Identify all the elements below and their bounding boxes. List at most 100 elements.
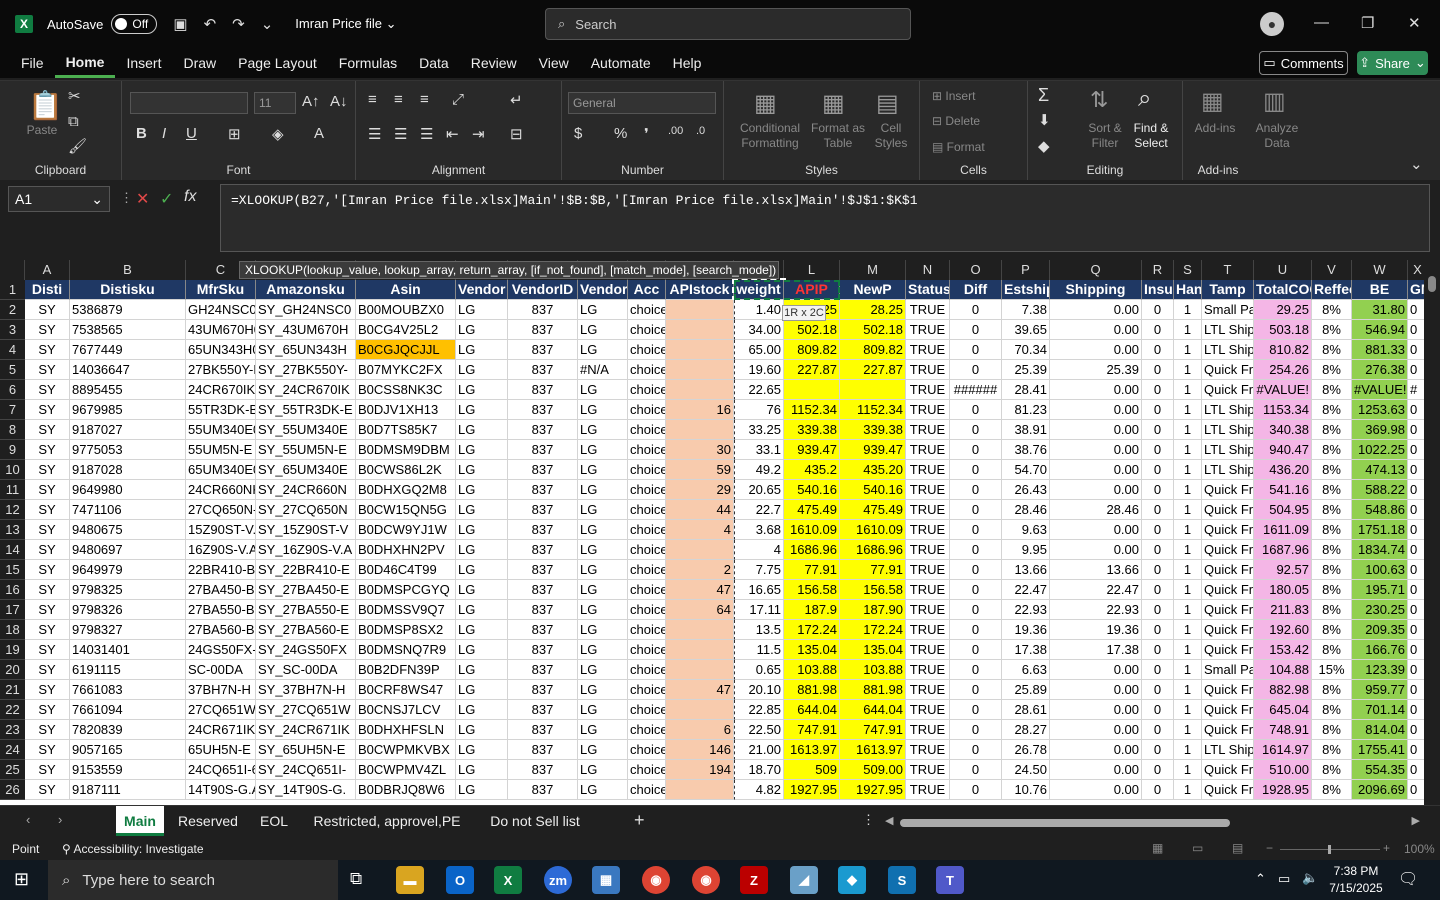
cell-U15[interactable]: 92.57 bbox=[1254, 560, 1312, 580]
cell-B5[interactable]: 14036647 bbox=[70, 360, 186, 380]
column-header-S[interactable]: S bbox=[1174, 260, 1202, 280]
cell-W21[interactable]: 959.77 bbox=[1352, 680, 1408, 700]
header-cell-estship[interactable]: Estship bbox=[1002, 280, 1050, 300]
cell-S16[interactable]: 1 bbox=[1174, 580, 1202, 600]
column-header-O[interactable]: O bbox=[950, 260, 1002, 280]
cell-P16[interactable]: 22.47 bbox=[1002, 580, 1050, 600]
cell-B17[interactable]: 9798326 bbox=[70, 600, 186, 620]
cell-I6[interactable]: choice bbox=[628, 380, 666, 400]
cell-H20[interactable]: LG bbox=[578, 660, 628, 680]
cell-X26[interactable]: 0 bbox=[1408, 780, 1424, 800]
cell-O16[interactable]: 0 bbox=[950, 580, 1002, 600]
fill-color-icon[interactable]: ◈ bbox=[272, 125, 284, 143]
cell-T3[interactable]: LTL Ship bbox=[1202, 320, 1254, 340]
cell-S14[interactable]: 1 bbox=[1174, 540, 1202, 560]
menu-item-help[interactable]: Help bbox=[662, 48, 713, 78]
cell-X8[interactable]: 0 bbox=[1408, 420, 1424, 440]
cell-N4[interactable]: TRUE bbox=[906, 340, 950, 360]
cell-N26[interactable]: TRUE bbox=[906, 780, 950, 800]
next-sheet-icon[interactable]: › bbox=[58, 812, 62, 827]
header-cell-distisku[interactable]: Distisku bbox=[70, 280, 186, 300]
header-cell-vendor[interactable]: Vendor bbox=[456, 280, 508, 300]
cell-P9[interactable]: 38.76 bbox=[1002, 440, 1050, 460]
cell-A26[interactable]: SY bbox=[25, 780, 70, 800]
cell-W3[interactable]: 546.94 bbox=[1352, 320, 1408, 340]
cell-L8[interactable]: 339.38 bbox=[784, 420, 840, 440]
cell-J13[interactable]: 4 bbox=[666, 520, 734, 540]
cell-D11[interactable]: SY_24CR660N bbox=[256, 480, 356, 500]
cell-N25[interactable]: TRUE bbox=[906, 760, 950, 780]
cell-G18[interactable]: 837 bbox=[508, 620, 578, 640]
cell-N7[interactable]: TRUE bbox=[906, 400, 950, 420]
cell-I12[interactable]: choice bbox=[628, 500, 666, 520]
cell-S9[interactable]: 1 bbox=[1174, 440, 1202, 460]
cell-F20[interactable]: LG bbox=[456, 660, 508, 680]
cell-E20[interactable]: B0B2DFN39P bbox=[356, 660, 456, 680]
cell-P3[interactable]: 39.65 bbox=[1002, 320, 1050, 340]
cell-E18[interactable]: B0DMSP8SX2 bbox=[356, 620, 456, 640]
cell-C19[interactable]: 24GS50FX-B bbox=[186, 640, 256, 660]
cell-G16[interactable]: 837 bbox=[508, 580, 578, 600]
cell-W7[interactable]: 1253.63 bbox=[1352, 400, 1408, 420]
cell-T20[interactable]: Small Pa bbox=[1202, 660, 1254, 680]
cell-G6[interactable]: 837 bbox=[508, 380, 578, 400]
cell-G7[interactable]: 837 bbox=[508, 400, 578, 420]
cell-E21[interactable]: B0CRF8WS47 bbox=[356, 680, 456, 700]
cell-E3[interactable]: B0CG4V25L2 bbox=[356, 320, 456, 340]
cell-P7[interactable]: 81.23 bbox=[1002, 400, 1050, 420]
cell-G26[interactable]: 837 bbox=[508, 780, 578, 800]
cell-E16[interactable]: B0DMSPCGYQ bbox=[356, 580, 456, 600]
cell-N5[interactable]: TRUE bbox=[906, 360, 950, 380]
cell-Q12[interactable]: 28.46 bbox=[1050, 500, 1142, 520]
cell-H23[interactable]: LG bbox=[578, 720, 628, 740]
cell-Q13[interactable]: 0.00 bbox=[1050, 520, 1142, 540]
cell-X4[interactable]: 0 bbox=[1408, 340, 1424, 360]
cell-O26[interactable]: 0 bbox=[950, 780, 1002, 800]
cell-T13[interactable]: Quick Fr bbox=[1202, 520, 1254, 540]
cell-X22[interactable]: 0 bbox=[1408, 700, 1424, 720]
cell-G21[interactable]: 837 bbox=[508, 680, 578, 700]
column-header-T[interactable]: T bbox=[1202, 260, 1254, 280]
zoom-slider[interactable] bbox=[1280, 845, 1380, 854]
cell-J7[interactable]: 16 bbox=[666, 400, 734, 420]
cell-S19[interactable]: 1 bbox=[1174, 640, 1202, 660]
cell-O4[interactable]: 0 bbox=[950, 340, 1002, 360]
cell-K9[interactable]: 33.1 bbox=[734, 440, 784, 460]
cell-M26[interactable]: 1927.95 bbox=[840, 780, 906, 800]
header-cell-handling[interactable]: Handling bbox=[1174, 280, 1202, 300]
cell-X7[interactable]: 0 bbox=[1408, 400, 1424, 420]
cell-A14[interactable]: SY bbox=[25, 540, 70, 560]
row-header-14[interactable]: 14 bbox=[0, 540, 25, 560]
column-header-A[interactable]: A bbox=[25, 260, 70, 280]
cell-G22[interactable]: 837 bbox=[508, 700, 578, 720]
cell-M4[interactable]: 809.82 bbox=[840, 340, 906, 360]
cell-F11[interactable]: LG bbox=[456, 480, 508, 500]
cell-S18[interactable]: 1 bbox=[1174, 620, 1202, 640]
fill-icon[interactable]: ⬇ bbox=[1038, 111, 1051, 129]
cell-A13[interactable]: SY bbox=[25, 520, 70, 540]
insert-cells-button[interactable]: ⊞ Insert bbox=[932, 89, 975, 104]
header-cell-vendorall[interactable]: VendorAll bbox=[578, 280, 628, 300]
menu-item-data[interactable]: Data bbox=[408, 48, 460, 78]
cell-L11[interactable]: 540.16 bbox=[784, 480, 840, 500]
cell-T25[interactable]: Quick Fr bbox=[1202, 760, 1254, 780]
row-header-4[interactable]: 4 bbox=[0, 340, 25, 360]
cell-E6[interactable]: B0CSS8NK3C bbox=[356, 380, 456, 400]
cell-W2[interactable]: 31.80 bbox=[1352, 300, 1408, 320]
cell-Q4[interactable]: 0.00 bbox=[1050, 340, 1142, 360]
cell-H22[interactable]: LG bbox=[578, 700, 628, 720]
find-select-button[interactable]: Find & Select bbox=[1128, 121, 1174, 151]
cell-P24[interactable]: 26.78 bbox=[1002, 740, 1050, 760]
cell-J26[interactable] bbox=[666, 780, 734, 800]
cell-I20[interactable]: choice bbox=[628, 660, 666, 680]
insert-function-icon[interactable]: fx bbox=[184, 188, 196, 206]
cell-D9[interactable]: SY_55UM5N-E bbox=[256, 440, 356, 460]
cell-B9[interactable]: 9775053 bbox=[70, 440, 186, 460]
cell-C11[interactable]: 24CR660NK6 bbox=[186, 480, 256, 500]
cell-C18[interactable]: 27BA560-B bbox=[186, 620, 256, 640]
cell-P19[interactable]: 17.38 bbox=[1002, 640, 1050, 660]
cell-H8[interactable]: LG bbox=[578, 420, 628, 440]
cell-J18[interactable] bbox=[666, 620, 734, 640]
cell-B22[interactable]: 7661094 bbox=[70, 700, 186, 720]
cell-I24[interactable]: choice bbox=[628, 740, 666, 760]
